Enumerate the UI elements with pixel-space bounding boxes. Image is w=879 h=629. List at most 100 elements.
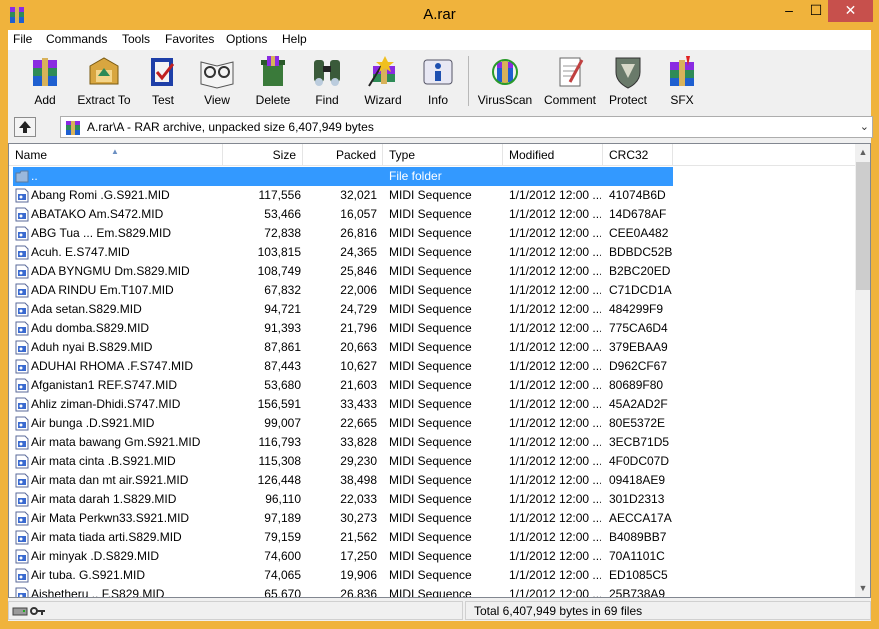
archive-path-text: A.rar\A - RAR archive, unpacked size 6,4…: [87, 120, 374, 134]
file-crc32: 379EBAA9: [609, 340, 668, 354]
menu-file[interactable]: File: [13, 32, 32, 46]
file-packed-size: 24,365: [340, 245, 377, 259]
address-bar: A.rar\A - RAR archive, unpacked size 6,4…: [8, 114, 873, 140]
file-row[interactable]: Air mata cinta .B.S921.MID 115,308 29,230 M…: [9, 452, 855, 471]
file-row[interactable]: Adu domba.S829.MID 91,393 21,796 MIDI Seque…: [9, 319, 855, 338]
file-type: MIDI Sequence: [389, 549, 472, 563]
menu-favorites[interactable]: Favorites: [165, 32, 214, 46]
column-header-name[interactable]: Name ▲: [9, 144, 223, 166]
title-bar[interactable]: A.rar – ☐ ✕: [0, 0, 879, 30]
file-packed-size: 29,230: [340, 454, 377, 468]
file-crc32: D962CF67: [609, 359, 668, 373]
menu-help[interactable]: Help: [282, 32, 307, 46]
column-header-packed[interactable]: Packed: [303, 144, 383, 166]
file-row[interactable]: Air tuba. G.S921.MID 74,065 19,906 MIDI Seq…: [9, 566, 855, 585]
midi-file-icon: [15, 530, 29, 545]
vertical-scrollbar[interactable]: ▲ ▼: [855, 144, 870, 597]
delete-button[interactable]: Delete: [250, 52, 296, 108]
scroll-up-arrow-icon[interactable]: ▲: [855, 144, 870, 161]
file-row[interactable]: Air mata dan mt air.S921.MID 126,448 38,49…: [9, 471, 855, 490]
file-size: 87,861: [264, 340, 301, 354]
file-name: Air Mata Perkwn33.S921.MID: [31, 511, 190, 525]
file-row[interactable]: ADA RINDU Em.T107.MID 67,832 22,006 MIDI Se…: [9, 281, 855, 300]
file-row[interactable]: ABG Tua ... Em.S829.MID 72,838 26,816 MIDI …: [9, 224, 855, 243]
close-button[interactable]: ✕: [828, 0, 873, 22]
file-name: Adu domba.S829.MID: [31, 321, 150, 335]
file-crc32: 4F0DC07D: [609, 454, 670, 468]
file-name: ABATAKO Am.S472.MID: [31, 207, 164, 221]
file-size: 115,308: [258, 454, 302, 468]
extract-to-button[interactable]: Extract To: [74, 52, 134, 108]
file-row[interactable]: Air mata darah 1.S829.MID 96,110 22,033 MID…: [9, 490, 855, 509]
file-type: MIDI Sequence: [389, 378, 472, 392]
file-row[interactable]: Afganistan1 REF.S747.MID 53,680 21,603 MIDI…: [9, 376, 855, 395]
find-button[interactable]: Find: [304, 52, 350, 108]
menu-options[interactable]: Options: [226, 32, 267, 46]
file-type: MIDI Sequence: [389, 302, 472, 316]
test-label: Test: [151, 93, 174, 107]
file-row[interactable]: Abang Romi .G.S921.MID 117,556 32,021 MIDI …: [9, 186, 855, 205]
find-label: Find: [315, 93, 339, 107]
file-row[interactable]: Air bunga .D.S921.MID 99,007 22,665 MIDI Se…: [9, 414, 855, 433]
maximize-button[interactable]: ☐: [804, 0, 828, 22]
file-row[interactable]: ADUHAI RHOMA .F.S747.MID 87,443 10,627 MIDI…: [9, 357, 855, 376]
sfx-button[interactable]: SFX: [662, 52, 702, 108]
scroll-down-arrow-icon[interactable]: ▼: [855, 580, 870, 597]
winrar-window: A.rar – ☐ ✕ File Commands Tools Favorite…: [0, 0, 879, 629]
file-row[interactable]: ADA BYNGMU Dm.S829.MID 108,749 25,846 MIDI …: [9, 262, 855, 281]
parent-folder-type: File folder: [389, 169, 442, 183]
file-type: MIDI Sequence: [389, 321, 472, 335]
file-row[interactable]: ABATAKO Am.S472.MID 53,466 16,057 MIDI Sequ…: [9, 205, 855, 224]
virusscan-button[interactable]: VirusScan: [476, 52, 534, 108]
rar-archive-icon: [66, 121, 80, 135]
column-header-crc32[interactable]: CRC32: [603, 144, 673, 166]
comment-button[interactable]: Comment: [540, 52, 600, 108]
wizard-button[interactable]: Wizard: [358, 52, 408, 108]
file-size: 99,007: [264, 416, 301, 430]
column-header-type[interactable]: Type: [383, 144, 503, 166]
file-crc32: 301D2313: [609, 492, 665, 506]
column-header-size[interactable]: Size: [223, 144, 303, 166]
file-row[interactable]: Aishetheru .. F.S829.MID 65,670 26,836 MIDI…: [9, 585, 855, 597]
archive-path-dropdown[interactable]: A.rar\A - RAR archive, unpacked size 6,4…: [60, 116, 873, 138]
chevron-down-icon[interactable]: ⌄: [860, 120, 869, 133]
info-button[interactable]: Info: [416, 52, 460, 108]
view-button[interactable]: View: [194, 52, 240, 108]
file-crc32: BDBDC52B: [609, 245, 673, 259]
file-type: MIDI Sequence: [389, 188, 472, 202]
midi-file-icon: [15, 321, 29, 336]
file-crc32: 3ECB71D5: [609, 435, 670, 449]
file-row[interactable]: Air mata tiada arti.S829.MID 79,159 21,562…: [9, 528, 855, 547]
menu-commands[interactable]: Commands: [46, 32, 107, 46]
column-header-modified[interactable]: Modified: [503, 144, 603, 166]
file-row[interactable]: Aduh nyai B.S829.MID 87,861 20,663 MIDI Seq…: [9, 338, 855, 357]
add-button[interactable]: Add: [20, 52, 70, 108]
menu-tools[interactable]: Tools: [122, 32, 150, 46]
file-modified: 1/1/2012 12:00 ...: [509, 359, 601, 373]
folder-up-icon: [15, 170, 29, 183]
file-name: Aduh nyai B.S829.MID: [31, 340, 153, 354]
test-icon: [151, 58, 175, 86]
file-row[interactable]: Ahliz ziman-Dhidi.S747.MID 156,591 33,433 M…: [9, 395, 855, 414]
toolbar: Add Extract To Test View Delete Find Wiz…: [8, 50, 871, 112]
file-row[interactable]: Air Mata Perkwn33.S921.MID 97,189 30,273 MI…: [9, 509, 855, 528]
key-icon[interactable]: [30, 605, 46, 617]
file-row[interactable]: Air minyak .D.S829.MID 74,600 17,250 MIDI S…: [9, 547, 855, 566]
file-size: 74,600: [264, 549, 301, 563]
file-type: MIDI Sequence: [389, 568, 472, 582]
file-row[interactable]: Air mata bawang Gm.S921.MID 116,793 33,828…: [9, 433, 855, 452]
file-crc32: CEE0A482: [609, 226, 669, 240]
parent-folder-row[interactable]: .. File folder: [9, 167, 855, 186]
file-name: Air mata cinta .B.S921.MID: [31, 454, 176, 468]
protect-button[interactable]: Protect: [606, 52, 650, 108]
test-button[interactable]: Test: [140, 52, 186, 108]
file-row[interactable]: Ada setan.S829.MID 94,721 24,729 MIDI Seque…: [9, 300, 855, 319]
up-folder-button[interactable]: [14, 117, 36, 137]
file-size: 79,159: [264, 530, 301, 544]
file-row[interactable]: Acuh. E.S747.MID 103,815 24,365 MIDI Sequen…: [9, 243, 855, 262]
file-size: 103,815: [257, 245, 301, 259]
toolbar-separator: [468, 56, 469, 106]
minimize-button[interactable]: –: [774, 0, 804, 22]
file-size: 97,189: [264, 511, 301, 525]
scroll-thumb[interactable]: [856, 162, 870, 290]
